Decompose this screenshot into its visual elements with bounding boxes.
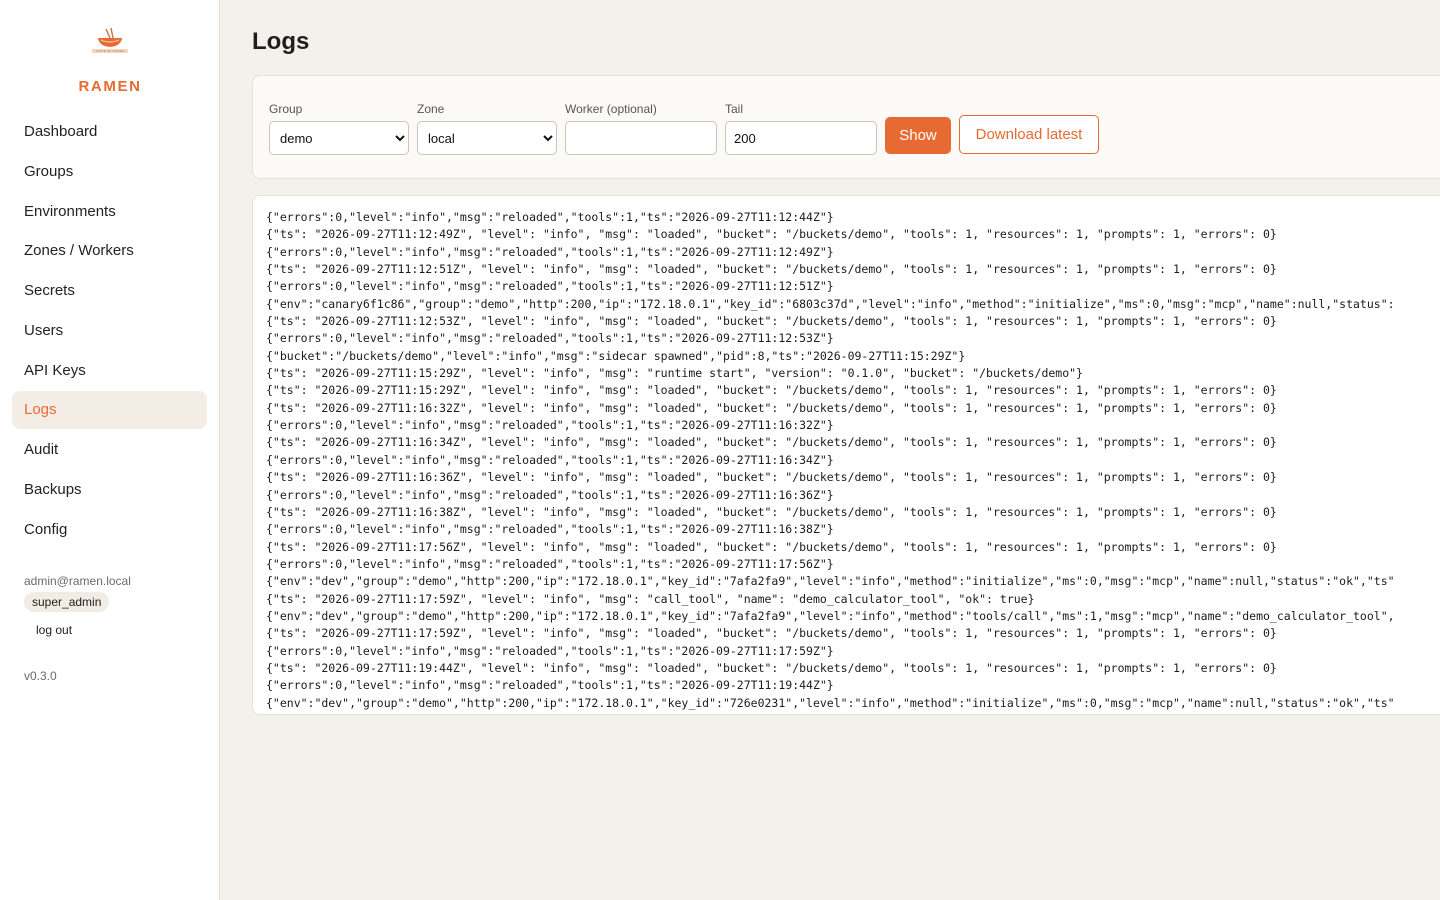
sidebar-item-dashboard[interactable]: Dashboard — [12, 113, 207, 151]
log-line: {"errors":0,"level":"info","msg":"reload… — [266, 643, 834, 658]
log-line: {"errors":0,"level":"info","msg":"reload… — [266, 331, 834, 346]
log-line: {"ts": "2026-09-27T11:15:29Z", "level": … — [266, 366, 1083, 381]
group-label: Group — [269, 102, 303, 116]
page-title: Logs — [252, 28, 310, 55]
log-line: {"errors":0,"level":"info","msg":"reload… — [266, 556, 834, 571]
sidebar-nav: Dashboard Groups Environments Zones / Worke… — [12, 113, 207, 550]
role-badge: super_admin — [24, 592, 110, 612]
user-email: admin@ramen.local — [24, 574, 131, 588]
logout-button[interactable]: log out — [36, 623, 72, 637]
worker-label: Worker (optional) — [565, 102, 657, 116]
log-line: {"ts": "2026-09-27T11:16:38Z", "level": … — [266, 504, 1277, 519]
log-line: {"ts": "2026-09-27T11:19:44Z", "level": … — [266, 660, 1277, 675]
logo[interactable]: TASTE OF RAMEN — [0, 26, 220, 61]
sidebar-item-groups[interactable]: Groups — [12, 153, 207, 191]
log-line: {"ts": "2026-09-27T11:15:29Z", "level": … — [266, 383, 1277, 398]
log-line: {"env":"dev","group":"demo","http":200,"… — [266, 574, 1395, 589]
log-line: {"errors":0,"level":"info","msg":"reload… — [266, 210, 834, 224]
log-line: {"errors":0,"level":"info","msg":"reload… — [266, 522, 834, 537]
tail-input[interactable] — [725, 121, 877, 155]
log-line: {"env":"canary6f1c86","group":"demo","ht… — [266, 296, 1395, 311]
worker-input[interactable] — [565, 121, 717, 155]
brand-name: RAMEN — [78, 78, 142, 95]
log-line: {"ts": "2026-09-27T11:12:53Z", "level": … — [266, 314, 1277, 329]
download-latest-button[interactable]: Download latest — [959, 115, 1099, 154]
sidebar-item-users[interactable]: Users — [12, 312, 207, 350]
tail-field: Tail — [725, 102, 877, 155]
group-field: Group demo — [269, 102, 409, 155]
tail-label: Tail — [725, 102, 744, 116]
log-line: {"env":"dev","group":"demo","http":200,"… — [266, 695, 1395, 710]
log-filter-panel: Group demo Zone local Worker (optional) … — [252, 75, 1440, 179]
log-line: {"errors":0,"level":"info","msg":"reload… — [266, 487, 834, 502]
sidebar-item-zones-workers[interactable]: Zones / Workers — [12, 232, 207, 270]
show-button[interactable]: Show — [885, 117, 951, 154]
worker-field: Worker (optional) — [565, 102, 717, 155]
log-line: {"errors":0,"level":"info","msg":"reload… — [266, 418, 834, 433]
sidebar-item-backups[interactable]: Backups — [12, 471, 207, 509]
log-line: {"ts": "2026-09-27T11:17:56Z", "level": … — [266, 539, 1277, 554]
log-lines: {"errors":0,"level":"info","msg":"reload… — [266, 209, 1395, 712]
sidebar-item-audit[interactable]: Audit — [12, 431, 207, 469]
log-line: {"env":"dev","group":"demo","http":200,"… — [266, 608, 1395, 623]
user-info: admin@ramen.local super_admin — [24, 574, 131, 612]
log-line: {"errors":0,"level":"info","msg":"reload… — [266, 678, 834, 693]
sidebar-item-config[interactable]: Config — [12, 511, 207, 549]
zone-label: Zone — [417, 102, 445, 116]
log-line: {"ts": "2026-09-27T11:16:32Z", "level": … — [266, 400, 1277, 415]
sidebar-item-logs[interactable]: Logs — [12, 391, 207, 430]
logo-text: TASTE OF RAMEN — [95, 49, 125, 53]
log-line: {"errors":0,"level":"info","msg":"reload… — [266, 244, 834, 259]
log-output[interactable]: {"errors":0,"level":"info","msg":"reload… — [252, 195, 1440, 715]
zone-field: Zone local — [417, 102, 557, 155]
group-select[interactable]: demo — [269, 121, 409, 155]
log-line: {"errors":0,"level":"info","msg":"reload… — [266, 279, 834, 294]
log-line: {"ts": "2026-09-27T11:17:59Z", "level": … — [266, 591, 1035, 606]
sidebar-item-environments[interactable]: Environments — [12, 193, 207, 231]
log-line: {"ts": "2026-09-27T11:17:59Z", "level": … — [266, 626, 1277, 641]
log-line: {"ts": "2026-09-27T11:16:34Z", "level": … — [266, 435, 1277, 450]
sidebar-item-secrets[interactable]: Secrets — [12, 272, 207, 310]
sidebar: TASTE OF RAMEN RAMEN Dashboard Groups Envi… — [0, 0, 220, 900]
log-line: {"ts": "2026-09-27T11:12:49Z", "level": … — [266, 227, 1277, 242]
log-line: {"errors":0,"level":"info","msg":"reload… — [266, 452, 834, 467]
app-version: v0.3.0 — [24, 669, 57, 683]
zone-select[interactable]: local — [417, 121, 557, 155]
sidebar-item-api-keys[interactable]: API Keys — [12, 352, 207, 390]
log-line: {"ts": "2026-09-27T11:16:36Z", "level": … — [266, 470, 1277, 485]
log-line: {"bucket":"/buckets/demo","level":"info"… — [266, 348, 966, 363]
log-line: {"ts": "2026-09-27T11:12:51Z", "level": … — [266, 262, 1277, 277]
